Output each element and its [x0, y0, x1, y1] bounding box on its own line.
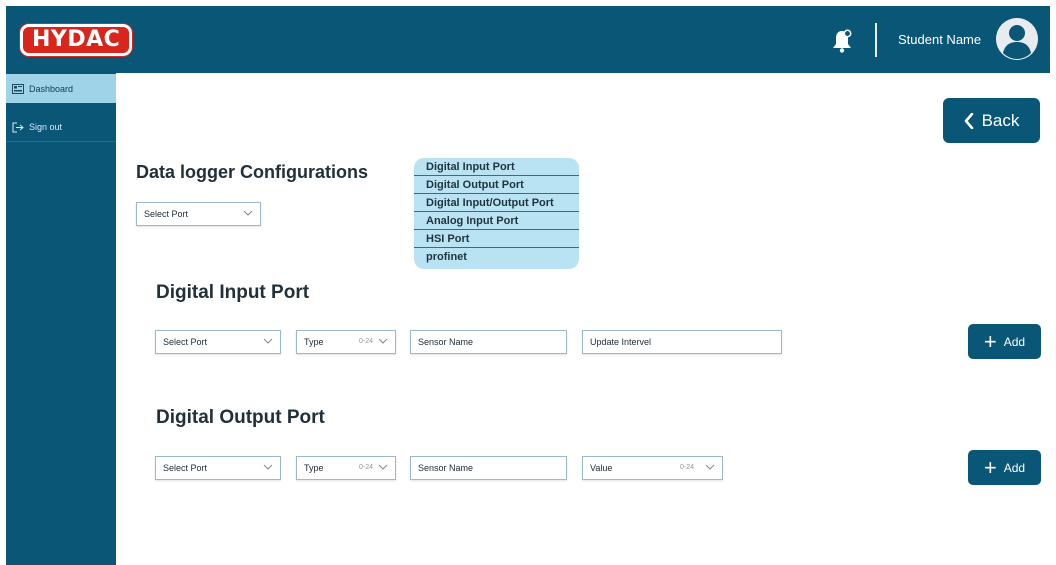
page-title: Data logger Configurations [136, 162, 369, 182]
type-range: 0-24 [359, 464, 374, 471]
config-port-select[interactable]: Select Port [136, 202, 261, 226]
chevron-down-icon [263, 338, 273, 344]
top-bar: HYDAC Student Name [6, 6, 1050, 73]
add-button-label: Add [1003, 334, 1026, 349]
digital-output-sensor-name-field[interactable]: Sensor Name [410, 456, 567, 480]
value-label: Value [590, 463, 613, 473]
port-option[interactable]: HSI Port [414, 230, 579, 248]
sidebar: Dashboard Sign out [6, 73, 116, 565]
back-button-label: Back [981, 110, 1020, 130]
sidebar-item-label: Dashboard [29, 83, 74, 94]
chevron-left-icon [964, 112, 973, 129]
digital-output-port-select[interactable]: Select Port [155, 456, 281, 480]
sidebar-item-label: Sign out [29, 122, 63, 132]
digital-input-type-select[interactable]: Type 0-24 [296, 330, 396, 354]
chevron-down-icon [378, 464, 388, 470]
digital-input-port-select-value: Select Port [163, 337, 208, 347]
type-label: Type [304, 463, 324, 473]
port-option[interactable]: Analog Input Port [414, 212, 579, 230]
value-range: 0-24 [680, 464, 695, 471]
digital-output-heading: Digital Output Port [156, 407, 325, 428]
digital-input-heading: Digital Input Port [156, 282, 310, 303]
config-port-select-value: Select Port [144, 209, 189, 219]
hydac-logo: HYDAC [20, 24, 133, 56]
header-divider [875, 23, 877, 57]
port-option[interactable]: Digital Input Port [414, 158, 579, 176]
type-label: Type [304, 337, 324, 347]
port-option[interactable]: profinet [414, 248, 579, 268]
digital-output-port-select-value: Select Port [163, 463, 208, 473]
chevron-down-icon [263, 464, 273, 470]
plus-icon: + [983, 454, 997, 480]
plus-icon: + [983, 328, 997, 354]
digital-input-sensor-name-field[interactable]: Sensor Name [410, 330, 567, 354]
app-frame: HYDAC Student Name Dashboard Sign out Ba… [6, 6, 1050, 565]
type-range: 0-24 [359, 338, 374, 345]
chevron-down-icon [378, 338, 388, 344]
back-button[interactable]: Back [943, 98, 1040, 143]
chevron-down-icon [705, 464, 715, 470]
user-avatar-icon[interactable] [996, 18, 1038, 60]
add-button-label: Add [1003, 460, 1026, 475]
digital-input-port-select[interactable]: Select Port [155, 330, 281, 354]
sidebar-item-dashboard[interactable]: Dashboard [6, 74, 116, 103]
port-option[interactable]: Digital Input/Output Port [414, 194, 579, 212]
digital-output-add-button[interactable]: + Add [968, 450, 1041, 485]
chevron-down-icon [243, 210, 253, 216]
port-options-list: Digital Input Port Digital Output Port D… [414, 158, 579, 269]
sidebar-item-sign-out[interactable]: Sign out [6, 113, 116, 142]
digital-input-add-button[interactable]: + Add [968, 324, 1041, 359]
value-select[interactable]: Value 0-24 [582, 456, 723, 480]
digital-output-type-select[interactable]: Type 0-24 [296, 456, 396, 480]
user-name[interactable]: Student Name [898, 32, 981, 47]
bell-icon[interactable] [832, 29, 852, 53]
sign-out-icon [12, 122, 24, 132]
update-interval-field[interactable]: Update Intervel [582, 330, 782, 354]
dashboard-icon [12, 83, 24, 94]
port-option[interactable]: Digital Output Port [414, 176, 579, 194]
